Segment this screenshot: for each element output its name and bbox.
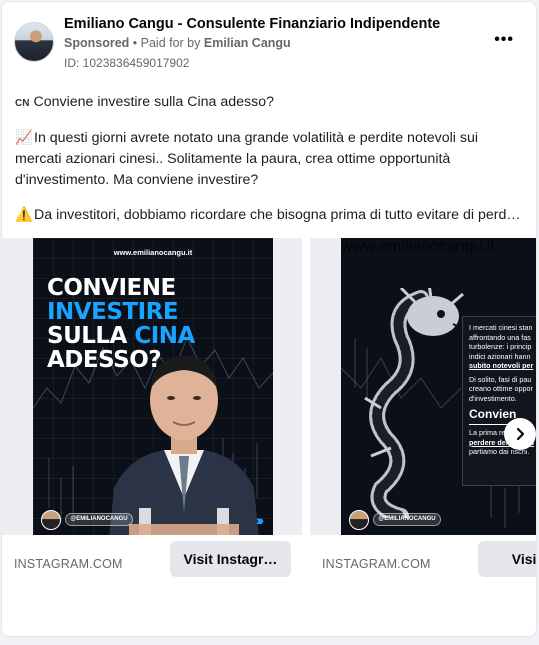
textbox-line-7: creano ottime oppor [469,384,533,393]
textbox-line-5: subito notevoli per [469,361,534,370]
body-line-1-text: Conviene investire sulla Cina adesso? [33,94,274,110]
body-line-1: CN Conviene investire sulla Cina adesso? [15,92,527,114]
page-avatar[interactable] [14,22,54,62]
headline-line-1: CONVIENE [47,275,176,301]
sponsored-line: Sponsored • Paid for by Emilian Cangu [64,36,291,50]
sponsored-label: Sponsored [64,36,130,50]
link-domain-2[interactable]: INSTAGRAM.COM [322,557,431,571]
brand-avatar-2 [349,510,369,530]
poster-2: www.emilianocangu.it I mercati cinesi st… [341,238,536,538]
carousel-caption-2: INSTAGRAM.COM Visit Ins [310,535,536,593]
brand-avatar [41,510,61,530]
more-options-icon[interactable]: ••• [494,31,514,49]
cn-flag-icon: CN [15,98,30,109]
poster-brand-bar: @EMILIANOCANGU ››› [41,510,265,532]
carousel-image-1[interactable]: www.emilianocangu.it CONVIENE INVESTIRE … [2,238,302,538]
media-carousel: www.emilianocangu.it CONVIENE INVESTIRE … [2,238,536,636]
headline-line-2: INVESTIRE [47,299,179,325]
paid-for-prefix: • Paid for by [132,36,201,50]
brand-handle: @EMILIANOCANGU [65,513,133,526]
textbox-line-6: Di solito, fasi di pau [469,374,532,384]
carousel-caption-1: INSTAGRAM.COM Visit Instagr… [2,535,302,593]
carousel-image-2[interactable]: www.emilianocangu.it I mercati cinesi st… [310,238,536,538]
poster-1: www.emilianocangu.it CONVIENE INVESTIRE … [33,238,273,538]
body-para-2-text: In questi giorni avrete notato una grand… [15,130,479,188]
page-name-link[interactable]: Emiliano Cangu - Consulente Finanziario … [64,16,440,32]
textbox-line-1: I mercati cinesi stan [469,323,533,332]
textbox-line-8: d'investimento. [469,393,517,403]
visit-instagram-button[interactable]: Visit Instagr… [170,541,291,577]
post-body: CN Conviene investire sulla Cina adesso? … [15,92,527,240]
carousel-card-1[interactable]: www.emilianocangu.it CONVIENE INVESTIRE … [2,238,302,593]
visit-instagram-button-2[interactable]: Visit Ins [478,541,536,577]
poster-url: www.emilianocangu.it [113,248,193,257]
carousel-card-2[interactable]: www.emilianocangu.it I mercati cinesi st… [310,238,536,593]
poster-textbox: I mercati cinesi stan affrontando una fa… [462,316,536,486]
triple-chevron-icon: ››› [256,512,264,528]
chevron-right-icon[interactable] [504,418,536,450]
ad-card: Emiliano Cangu - Consulente Finanziario … [1,1,537,637]
link-domain[interactable]: INSTAGRAM.COM [14,557,123,571]
brand-handle-2: @EMILIANOCANGU [373,513,441,526]
paid-for-name[interactable]: Emilian Cangu [204,36,291,50]
textbox-line-3: turbolenze: i princip [469,342,532,351]
portrait-photo [109,356,259,538]
textbox-line-4: indici azionari hann [469,351,531,361]
body-para-3[interactable]: ⚠️Da investitori, dobbiamo ricordare che… [15,205,527,226]
warning-icon: ⚠️ [15,207,33,223]
body-para-3-text: Da investitori, dobbiamo ricordare che b… [34,207,527,223]
ad-id: ID: 1023836459017902 [64,56,190,70]
body-para-2: 📈In questi giorni avrete notato una gran… [15,128,527,191]
chart-up-icon: 📈 [15,130,33,146]
poster-brand-bar-2: @EMILIANOCANGU [349,510,536,532]
textbox-line-2: affrontando una fas [469,332,531,342]
